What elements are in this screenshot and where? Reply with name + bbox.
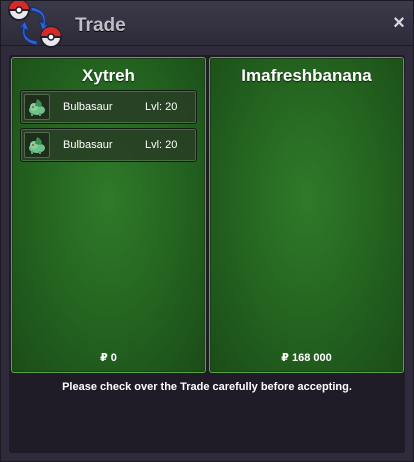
pokemon-level: Lvl: 20 <box>145 101 178 113</box>
left-money: ₽ 0 <box>100 352 117 364</box>
trade-pokeball-icon <box>8 1 62 48</box>
pokemon-name: Bulbasaur <box>63 101 113 113</box>
right-money: ₽ 168 000 <box>281 352 332 364</box>
left-player-name: Xytreh <box>82 66 135 85</box>
bulbasaur-icon <box>24 132 50 158</box>
pokemon-level: Lvl: 20 <box>145 139 178 151</box>
trade-content: Xytreh Bulbasaur Lvl: 20 Bulbasaur Lvl: … <box>9 55 405 453</box>
right-player-name: Imafreshbanana <box>241 66 372 85</box>
bulbasaur-icon <box>24 94 50 120</box>
title-bar[interactable]: Trade × <box>1 1 413 48</box>
trade-window: Trade × Xytreh Bulbasaur Lvl: 20 Bulbasa… <box>0 0 414 462</box>
pokemon-slot[interactable]: Bulbasaur Lvl: 20 <box>20 90 197 124</box>
window-title: Trade <box>75 15 126 36</box>
left-trade-panel: Xytreh Bulbasaur Lvl: 20 Bulbasaur Lvl: … <box>11 57 206 373</box>
pokemon-name: Bulbasaur <box>63 139 113 151</box>
pokemon-slot[interactable]: Bulbasaur Lvl: 20 <box>20 128 197 162</box>
right-trade-panel: Imafreshbanana ₽ 168 000 <box>209 57 404 373</box>
close-icon[interactable]: × <box>391 13 407 33</box>
trade-notice: Please check over the Trade carefully be… <box>62 381 352 393</box>
